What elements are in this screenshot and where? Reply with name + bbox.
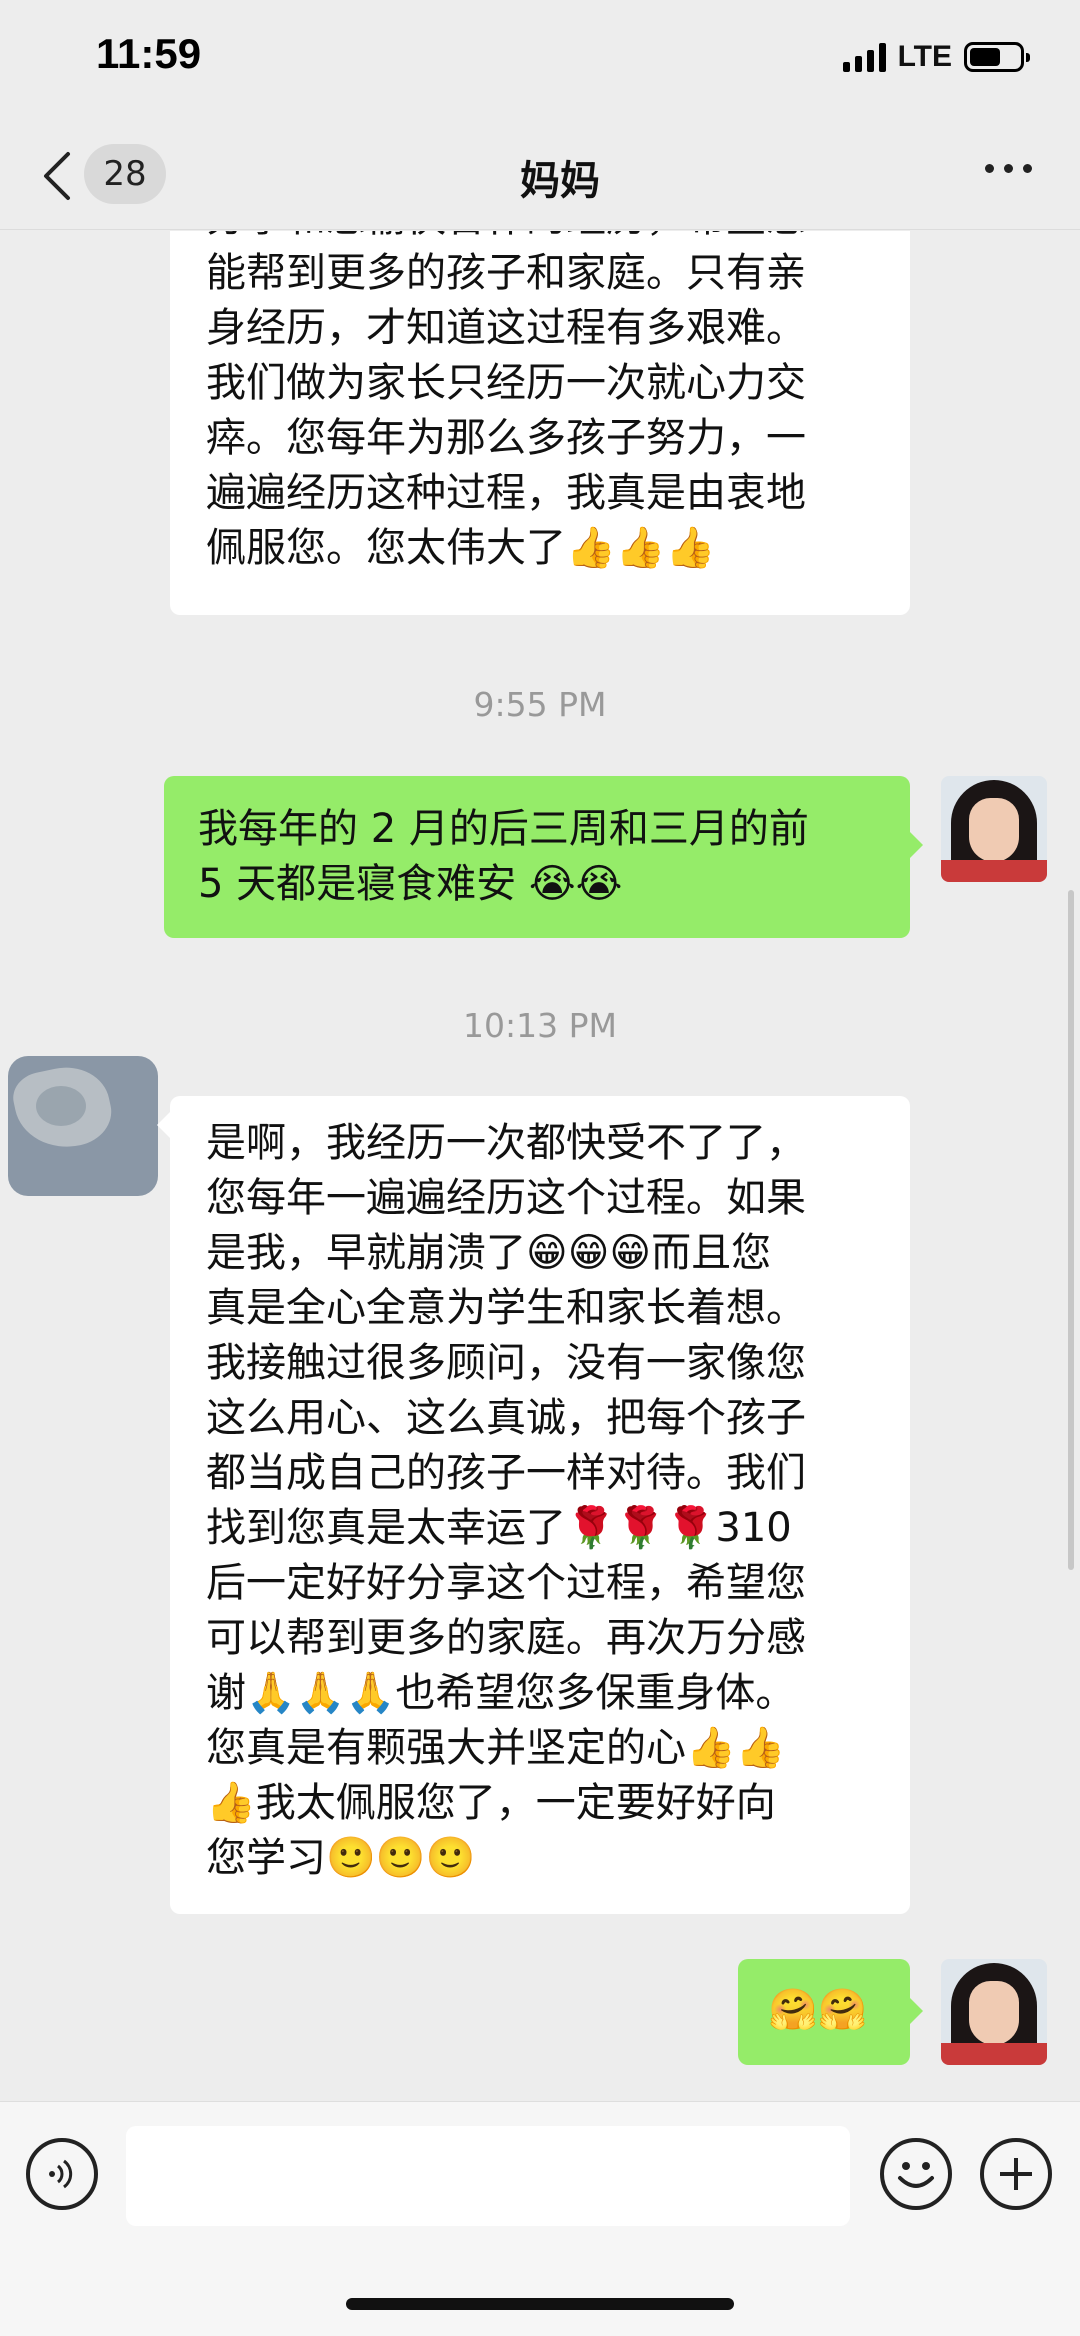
scrollbar[interactable] xyxy=(1068,890,1074,1570)
avatar[interactable] xyxy=(941,1959,1047,2065)
avatar[interactable] xyxy=(8,1056,158,1196)
message-list[interactable]: 分享和您愉快合作的经历，希望您 能帮到更多的孩子和家庭。只有亲 身经历，才知道这… xyxy=(0,231,1080,2101)
status-bar: 11:59 LTE xyxy=(0,0,1080,120)
plus-icon[interactable] xyxy=(980,2138,1052,2210)
status-indicators: LTE xyxy=(842,40,1030,74)
timestamp: 10:13 PM xyxy=(463,1006,617,1045)
avatar[interactable] xyxy=(941,776,1047,882)
chat-title: 妈妈 xyxy=(520,158,600,204)
voice-icon[interactable] xyxy=(26,2138,98,2210)
message-bubble[interactable]: 🤗🤗 xyxy=(738,1959,910,2065)
bubble-tail xyxy=(909,831,923,859)
message-bubble[interactable]: 我每年的 2 月的后三周和三月的前 5 天都是寝食难安 😭😭 xyxy=(164,776,910,938)
message-bubble[interactable]: 分享和您愉快合作的经历，希望您 能帮到更多的孩子和家庭。只有亲 身经历，才知道这… xyxy=(170,231,910,615)
status-time: 11:59 xyxy=(96,30,202,77)
network-type: LTE xyxy=(897,40,952,73)
message-bubble[interactable]: 是啊，我经历一次都快受不了了， 您每年一遍遍经历这个过程。如果 是我，早就崩溃了… xyxy=(170,1096,910,1914)
chat-header: 28 妈妈 xyxy=(0,120,1080,230)
home-indicator[interactable] xyxy=(346,2298,734,2310)
bubble-tail xyxy=(157,1111,171,1139)
more-icon[interactable] xyxy=(985,164,1032,173)
emoji-icon[interactable] xyxy=(880,2138,952,2210)
bubble-tail xyxy=(909,1997,923,2025)
message-input[interactable] xyxy=(126,2126,850,2226)
battery-icon xyxy=(964,42,1030,72)
signal-icon xyxy=(842,42,886,72)
timestamp: 9:55 PM xyxy=(473,685,607,724)
